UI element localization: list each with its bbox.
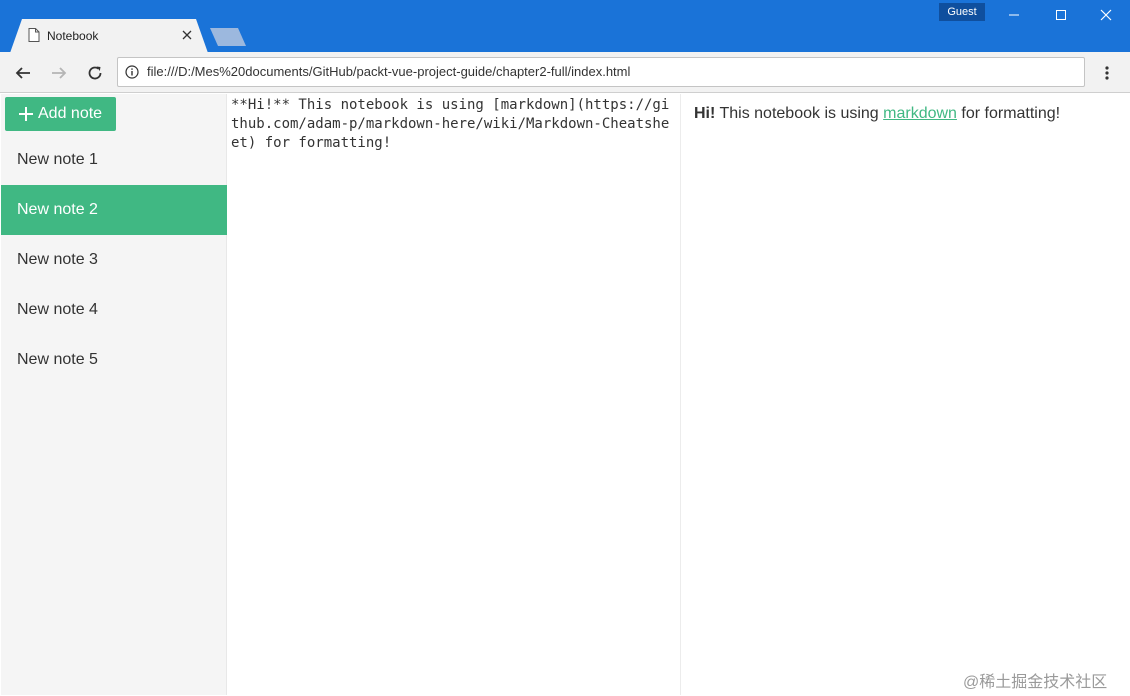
forward-button[interactable]	[48, 62, 70, 84]
note-preview: Hi! This notebook is using markdown for …	[681, 94, 1129, 695]
maximize-button[interactable]	[1038, 0, 1083, 30]
page-icon	[28, 28, 40, 42]
note-item[interactable]: New note 1	[1, 135, 227, 185]
url-text: file:///D:/Mes%20documents/GitHub/packt-…	[147, 64, 631, 79]
plus-icon	[19, 107, 33, 121]
note-item[interactable]: New note 5	[1, 335, 227, 385]
reload-button[interactable]	[84, 62, 106, 84]
tab-close-button[interactable]	[180, 28, 194, 42]
address-bar[interactable]: file:///D:/Mes%20documents/GitHub/packt-…	[117, 57, 1085, 87]
minimize-icon	[1008, 14, 1019, 16]
info-icon	[125, 65, 139, 79]
browser-toolbar: file:///D:/Mes%20documents/GitHub/packt-…	[0, 52, 1130, 93]
arrow-left-icon	[15, 67, 30, 79]
add-note-label: Add note	[38, 105, 103, 122]
note-editor[interactable]: **Hi!** This notebook is using [markdown…	[227, 94, 681, 695]
notes-sidebar: Add note New note 1 New note 2 New note …	[1, 94, 227, 695]
more-vertical-icon	[1105, 66, 1109, 80]
maximize-icon	[1055, 10, 1066, 20]
markdown-link[interactable]: markdown	[883, 105, 957, 122]
reload-icon	[88, 66, 102, 80]
browser-menu-button[interactable]	[1098, 62, 1116, 84]
tab-title: Notebook	[47, 29, 99, 43]
minimize-button[interactable]	[991, 0, 1036, 30]
close-window-button[interactable]	[1083, 0, 1128, 30]
note-item[interactable]: New note 4	[1, 285, 227, 335]
watermark: @稀土掘金技术社区	[963, 674, 1108, 691]
note-item[interactable]: New note 3	[1, 235, 227, 285]
preview-text-2: for formatting!	[956, 105, 1061, 122]
guest-profile-badge[interactable]: Guest	[939, 3, 985, 21]
arrow-right-icon	[52, 67, 67, 79]
preview-bold: Hi!	[694, 105, 716, 122]
close-icon	[1100, 9, 1111, 21]
note-item-selected[interactable]: New note 2	[1, 185, 227, 235]
notes-list: New note 1 New note 2 New note 3 New not…	[1, 135, 227, 385]
back-button[interactable]	[12, 62, 34, 84]
close-icon	[182, 30, 192, 40]
add-note-button[interactable]: Add note	[5, 97, 116, 131]
preview-text-1: This notebook is using	[715, 105, 884, 122]
notebook-app: Add note New note 1 New note 2 New note …	[1, 94, 1129, 695]
